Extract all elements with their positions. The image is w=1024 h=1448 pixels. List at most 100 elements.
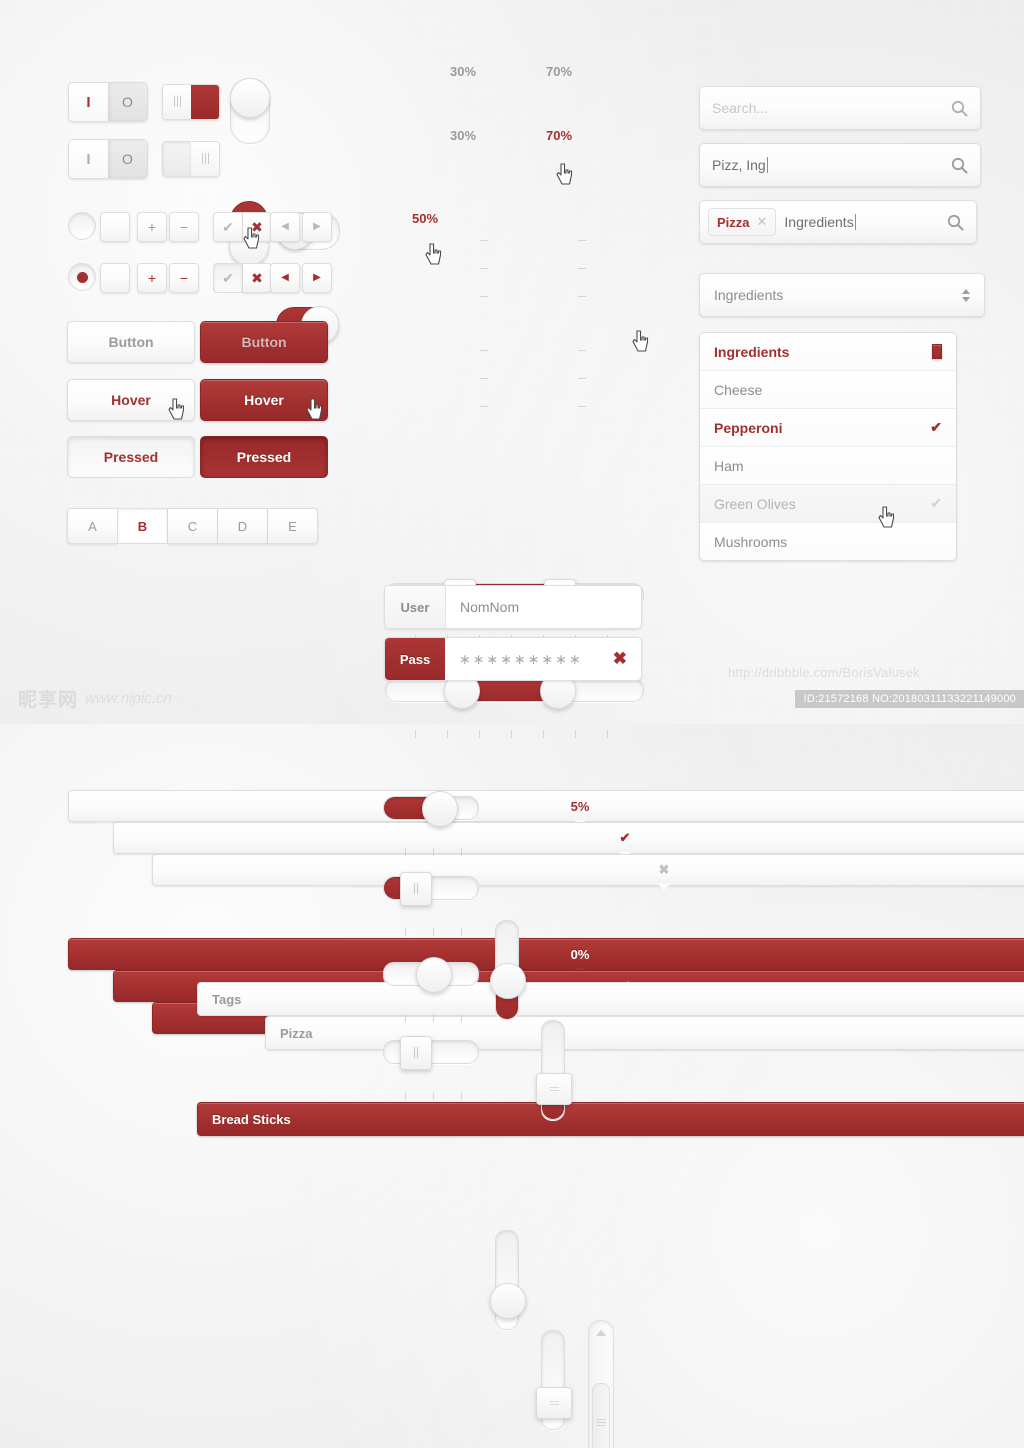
plus-icon: +	[147, 270, 157, 286]
vertical-handle[interactable]	[536, 1073, 572, 1105]
arrow-up-icon[interactable]	[596, 1330, 606, 1336]
prev-button-active[interactable]: ◀	[270, 263, 300, 293]
segment-c[interactable]: C	[168, 508, 218, 544]
chevron-updown-icon[interactable]	[932, 344, 942, 359]
username-input[interactable]: NomNom	[446, 586, 641, 628]
plus-button-active[interactable]: +	[137, 263, 167, 293]
breadcrumb-tag-pizza[interactable]: Pizza	[265, 1016, 1024, 1050]
segmented-control[interactable]: A B C D E	[67, 508, 318, 544]
button-hover-solid[interactable]: Hover	[200, 379, 328, 421]
minus-icon: −	[179, 219, 189, 235]
toggle-knob[interactable]	[230, 78, 270, 118]
search-typed-value[interactable]: Pizz, Ing	[712, 157, 951, 173]
toggle-knob[interactable]	[191, 142, 219, 176]
rocker-on-half[interactable]: I	[69, 140, 108, 178]
rocker-on-half[interactable]: I	[69, 83, 108, 121]
next-button-active[interactable]: ▶	[302, 263, 332, 293]
rocker-switch-on[interactable]: I O	[68, 82, 148, 122]
radio-checked[interactable]	[68, 263, 96, 291]
list-item[interactable]: Green Olives ✔	[700, 485, 956, 523]
search-icon[interactable]	[951, 100, 968, 117]
select-collapsed[interactable]: Ingredients	[699, 273, 985, 317]
segment-e[interactable]: E	[268, 508, 318, 544]
vertical-slider-square-empty[interactable]	[536, 1330, 572, 1430]
password-label: Pass	[385, 638, 445, 680]
slider-ticks-3	[383, 1014, 477, 1024]
confirm-cancel-pair-active[interactable]: ✔ ✖	[213, 263, 272, 293]
slider-handle[interactable]	[400, 1036, 432, 1070]
slider-ticks-2	[383, 928, 477, 938]
slider-square-empty[interactable]	[383, 1036, 479, 1070]
search-field-token[interactable]: Pizza ✕ Ingredients	[699, 200, 977, 244]
password-field-row[interactable]: Pass ∗∗∗∗∗∗∗∗∗ ✖	[384, 637, 642, 681]
search-token-input[interactable]: Ingredients	[784, 214, 947, 230]
list-item[interactable]: Mushrooms	[700, 523, 956, 560]
cancel-button[interactable]: ✖	[243, 263, 272, 293]
slider-square-filled[interactable]	[383, 872, 479, 906]
clear-password-icon[interactable]: ✖	[613, 649, 627, 669]
rocker-switch-off[interactable]: I O	[68, 139, 148, 179]
button-default-solid[interactable]: Button	[200, 321, 328, 363]
vertical-handle[interactable]	[490, 1283, 526, 1319]
checkbox-unchecked[interactable]	[100, 212, 130, 242]
rocker-off-half[interactable]: O	[108, 140, 147, 178]
search-field-typed[interactable]: Pizz, Ing	[699, 143, 981, 187]
cursor-pointer	[632, 330, 649, 352]
button-default-light[interactable]: Button	[67, 321, 195, 363]
vertical-toggle-off[interactable]	[230, 78, 270, 144]
list-item[interactable]: Ham	[700, 447, 956, 485]
radio-unchecked[interactable]	[68, 212, 96, 240]
slider-round-empty[interactable]	[383, 957, 479, 993]
prev-button[interactable]: ◀	[270, 212, 300, 242]
password-input[interactable]: ∗∗∗∗∗∗∗∗∗ ✖	[445, 638, 641, 680]
username-field-row[interactable]: User NomNom	[384, 585, 642, 629]
confirm-cancel-pair[interactable]: ✔ ✖	[213, 212, 272, 242]
vertical-handle[interactable]	[490, 963, 526, 999]
select-open-list[interactable]: Ingredients Cheese Pepperoni ✔ Ham Green…	[699, 332, 957, 561]
vertical-slider-square-filled[interactable]	[536, 1020, 572, 1120]
button-pressed-solid[interactable]: Pressed	[200, 436, 328, 478]
slider-handle[interactable]	[400, 872, 432, 906]
vertical-handle[interactable]	[536, 1387, 572, 1419]
chevron-updown-icon[interactable]	[962, 288, 970, 302]
breadcrumb-tag-bread-sticks[interactable]: Bread Sticks	[197, 1102, 1024, 1136]
cancel-button[interactable]: ✖	[243, 212, 272, 242]
radio-dot-icon	[76, 271, 88, 283]
breadcrumb-tag-tags[interactable]: Tags	[197, 982, 1024, 1016]
confirm-button[interactable]: ✔	[213, 263, 243, 293]
square-toggle-on[interactable]	[162, 84, 220, 120]
scrollbar-grey[interactable]	[588, 1320, 614, 1448]
segment-d[interactable]: D	[218, 508, 268, 544]
grip-icon	[596, 1417, 606, 1428]
minus-button[interactable]: −	[169, 212, 199, 242]
slider-handle[interactable]	[416, 957, 452, 993]
button-hover-light[interactable]: Hover	[67, 379, 195, 421]
button-pressed-light[interactable]: Pressed	[67, 436, 195, 478]
list-item[interactable]: Cheese	[700, 371, 956, 409]
square-toggle-off[interactable]	[162, 141, 220, 177]
list-item[interactable]: Pepperoni ✔	[700, 409, 956, 447]
check-icon: ✔	[930, 495, 942, 511]
segment-a[interactable]: A	[67, 508, 118, 544]
confirm-button[interactable]: ✔	[213, 212, 243, 242]
search-field-empty[interactable]: Search...	[699, 86, 981, 130]
plus-button[interactable]: +	[137, 212, 167, 242]
scrollbar-thumb[interactable]	[592, 1383, 610, 1448]
segment-b[interactable]: B	[118, 508, 168, 544]
vertical-slider-round-filled[interactable]	[490, 920, 526, 1020]
token-remove-icon[interactable]: ✕	[757, 214, 768, 230]
slider-round-filled[interactable]	[383, 791, 479, 827]
slider-value-label: 50%	[412, 211, 439, 226]
search-icon[interactable]	[951, 157, 968, 174]
checkbox-unchecked-alt[interactable]	[100, 263, 130, 293]
next-button[interactable]: ▶	[302, 212, 332, 242]
search-token-pizza[interactable]: Pizza ✕	[708, 208, 777, 236]
search-icon[interactable]	[947, 214, 964, 231]
minus-button-active[interactable]: −	[169, 263, 199, 293]
vertical-slider-round-empty[interactable]	[490, 1230, 526, 1330]
range-slider-round[interactable]	[385, 673, 644, 709]
toggle-knob[interactable]	[163, 85, 191, 119]
select-list-header[interactable]: Ingredients	[700, 333, 956, 371]
rocker-off-half[interactable]: O	[108, 83, 147, 121]
slider-handle[interactable]	[422, 791, 458, 827]
